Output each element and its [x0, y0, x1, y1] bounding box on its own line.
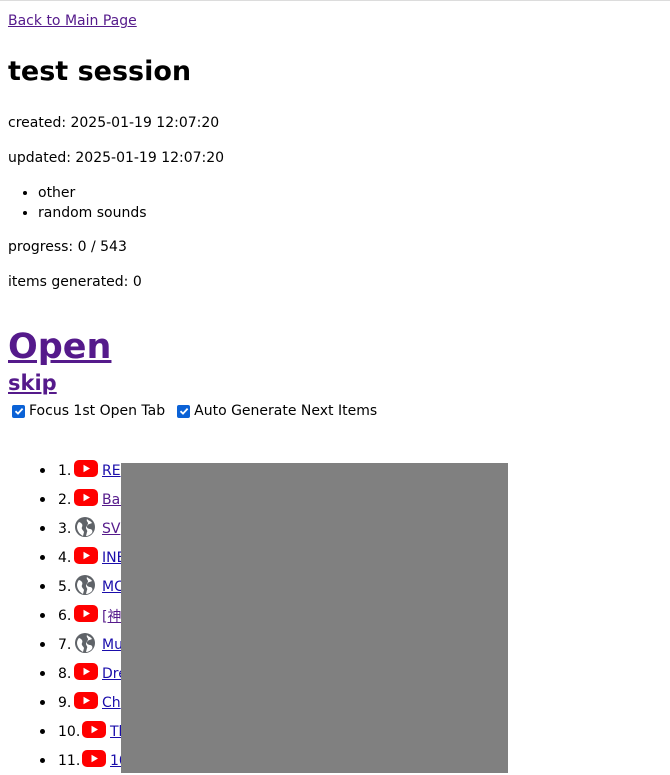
auto-generate-label[interactable]: Auto Generate Next Items [194, 403, 377, 419]
check-icon [179, 407, 188, 415]
item-number: 7. [58, 636, 72, 653]
created-timestamp: created: 2025-01-19 12:07:20 [8, 115, 220, 131]
item-number: 1. [58, 462, 72, 479]
item-number: 2. [58, 491, 72, 508]
focus-first-tab-checkbox[interactable] [12, 404, 25, 418]
item-link[interactable]: Mu [102, 637, 123, 653]
list-bullet [40, 729, 45, 734]
redaction-block [121, 463, 508, 773]
youtube-icon [74, 460, 98, 477]
item-link[interactable]: [神 [102, 606, 121, 626]
item-number: 11. [58, 752, 81, 769]
item-link[interactable]: RE [102, 463, 121, 479]
youtube-icon [74, 605, 98, 622]
list-bullet [40, 671, 45, 676]
item-number: 6. [58, 607, 72, 624]
open-link[interactable]: Open [8, 327, 111, 367]
updated-timestamp: updated: 2025-01-19 12:07:20 [8, 150, 225, 166]
back-to-main-link[interactable]: Back to Main Page [8, 13, 137, 29]
item-number: 9. [58, 694, 72, 711]
youtube-icon [74, 489, 98, 506]
page-title: test session [8, 56, 192, 87]
tag-list: other random sounds [8, 183, 147, 223]
list-bullet [40, 584, 45, 589]
youtube-icon [82, 721, 106, 738]
check-icon [14, 407, 23, 415]
items-generated-text: items generated: 0 [8, 274, 142, 290]
youtube-icon [74, 663, 98, 680]
list-bullet [40, 700, 45, 705]
item-link[interactable]: Ch [102, 695, 121, 711]
youtube-icon [74, 547, 98, 564]
list-bullet [40, 555, 45, 560]
list-bullet [40, 642, 45, 647]
item-number: 10. [58, 723, 81, 740]
globe-icon [74, 516, 96, 538]
item-link[interactable]: SV [102, 521, 120, 537]
item-number: 3. [58, 520, 72, 537]
globe-icon [74, 632, 96, 654]
list-bullet [40, 468, 45, 473]
tag-item: other [38, 183, 147, 203]
item-number: 4. [58, 549, 72, 566]
list-bullet [40, 526, 45, 531]
youtube-icon [82, 750, 106, 767]
list-bullet [40, 497, 45, 502]
progress-text: progress: 0 / 543 [8, 239, 127, 255]
list-bullet [40, 613, 45, 618]
item-number: 8. [58, 665, 72, 682]
skip-link[interactable]: skip [8, 371, 57, 395]
focus-first-tab-label[interactable]: Focus 1st Open Tab [29, 403, 165, 419]
item-number: 5. [58, 578, 72, 595]
tag-item: random sounds [38, 203, 147, 223]
list-bullet [40, 758, 45, 763]
auto-generate-checkbox[interactable] [177, 404, 191, 418]
youtube-icon [74, 692, 98, 709]
globe-icon [74, 574, 96, 596]
options-row: Focus 1st Open Tab Auto Generate Next It… [12, 403, 385, 419]
